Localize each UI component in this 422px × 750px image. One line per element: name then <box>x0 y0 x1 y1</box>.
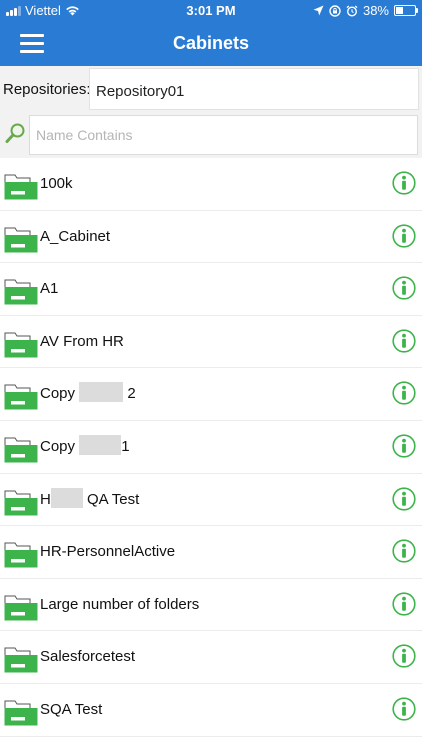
info-icon[interactable] <box>392 486 416 511</box>
info-icon[interactable] <box>392 644 416 668</box>
folder-icon <box>4 174 38 200</box>
cabinet-name: Salesforcetest <box>40 648 136 666</box>
cabinet-list-item[interactable]: A_Cabinet <box>0 211 422 264</box>
name-contains-search-input[interactable] <box>29 115 418 155</box>
cabinet-list-item[interactable]: AV From HR <box>0 316 422 369</box>
cabinet-name: Copy 1 <box>40 435 130 455</box>
cabinet-list-item[interactable]: HR-PersonnelActive <box>0 526 422 579</box>
cabinet-name: Copy 2 <box>40 382 136 403</box>
folder-icon <box>4 595 38 621</box>
cabinet-list-item[interactable]: Salesforcetest <box>0 631 422 684</box>
folder-icon <box>4 700 38 726</box>
cabinet-list-item[interactable]: Copy 1 <box>0 421 422 474</box>
cabinet-list-item[interactable]: SQA Test <box>0 684 422 737</box>
redacted-block <box>79 435 122 455</box>
nav-bar: Cabinets <box>0 22 422 66</box>
location-icon <box>313 5 324 16</box>
info-icon[interactable] <box>392 223 416 248</box>
repository-selector[interactable]: Repository01 <box>89 68 419 110</box>
info-icon[interactable] <box>392 697 416 721</box>
cabinet-list-item[interactable]: Copy 2 <box>0 368 422 421</box>
cabinet-name: 100k <box>40 175 73 192</box>
page-title: Cabinets <box>172 33 250 53</box>
folder-icon <box>4 384 38 410</box>
info-icon[interactable] <box>392 434 416 458</box>
battery-icon <box>394 5 418 16</box>
cabinet-name: Large number of folders <box>40 595 200 613</box>
cabinet-list-item[interactable]: Large number of folders <box>0 579 422 632</box>
info-icon[interactable] <box>392 329 416 353</box>
folder-icon <box>4 279 38 305</box>
search-row <box>0 112 422 158</box>
battery-percent: 38% <box>362 3 389 18</box>
folder-icon <box>4 542 38 568</box>
cabinet-name: AV From HR <box>40 332 124 350</box>
info-icon[interactable] <box>392 381 416 405</box>
info-icon[interactable] <box>392 171 416 195</box>
folder-icon <box>4 647 38 673</box>
search-icon <box>5 123 25 143</box>
redacted-block <box>50 487 83 508</box>
info-icon[interactable] <box>392 276 416 300</box>
cabinet-list-item[interactable]: 100k <box>0 158 422 211</box>
cabinet-list-item[interactable]: A1 <box>0 263 422 316</box>
repository-row: Repositories: Repository01 <box>0 66 422 112</box>
cabinet-name: A1 <box>40 280 59 298</box>
rotation-lock-icon <box>329 4 341 17</box>
redacted-block <box>79 382 124 403</box>
folder-icon <box>4 437 38 463</box>
cabinet-list-item[interactable]: H QA Test <box>0 474 422 527</box>
info-icon[interactable] <box>392 592 416 616</box>
status-bar: Viettel 3:01 PM 38% <box>0 0 422 22</box>
cabinet-name: A_Cabinet <box>40 227 111 245</box>
cabinet-name: HR-PersonnelActive <box>40 543 176 561</box>
folder-icon <box>4 332 38 358</box>
alarm-icon <box>346 5 358 17</box>
status-right: 38% <box>313 3 418 18</box>
repository-label: Repositories: <box>3 81 91 98</box>
cabinet-name: H QA Test <box>40 487 139 508</box>
info-icon[interactable] <box>392 539 416 563</box>
folder-icon <box>4 490 38 516</box>
cabinet-name: SQA Test <box>40 700 103 718</box>
folder-icon <box>4 227 38 253</box>
cabinet-list: 100k A_Cabinet A1 AV From HR Copy 2 Copy… <box>0 158 422 737</box>
